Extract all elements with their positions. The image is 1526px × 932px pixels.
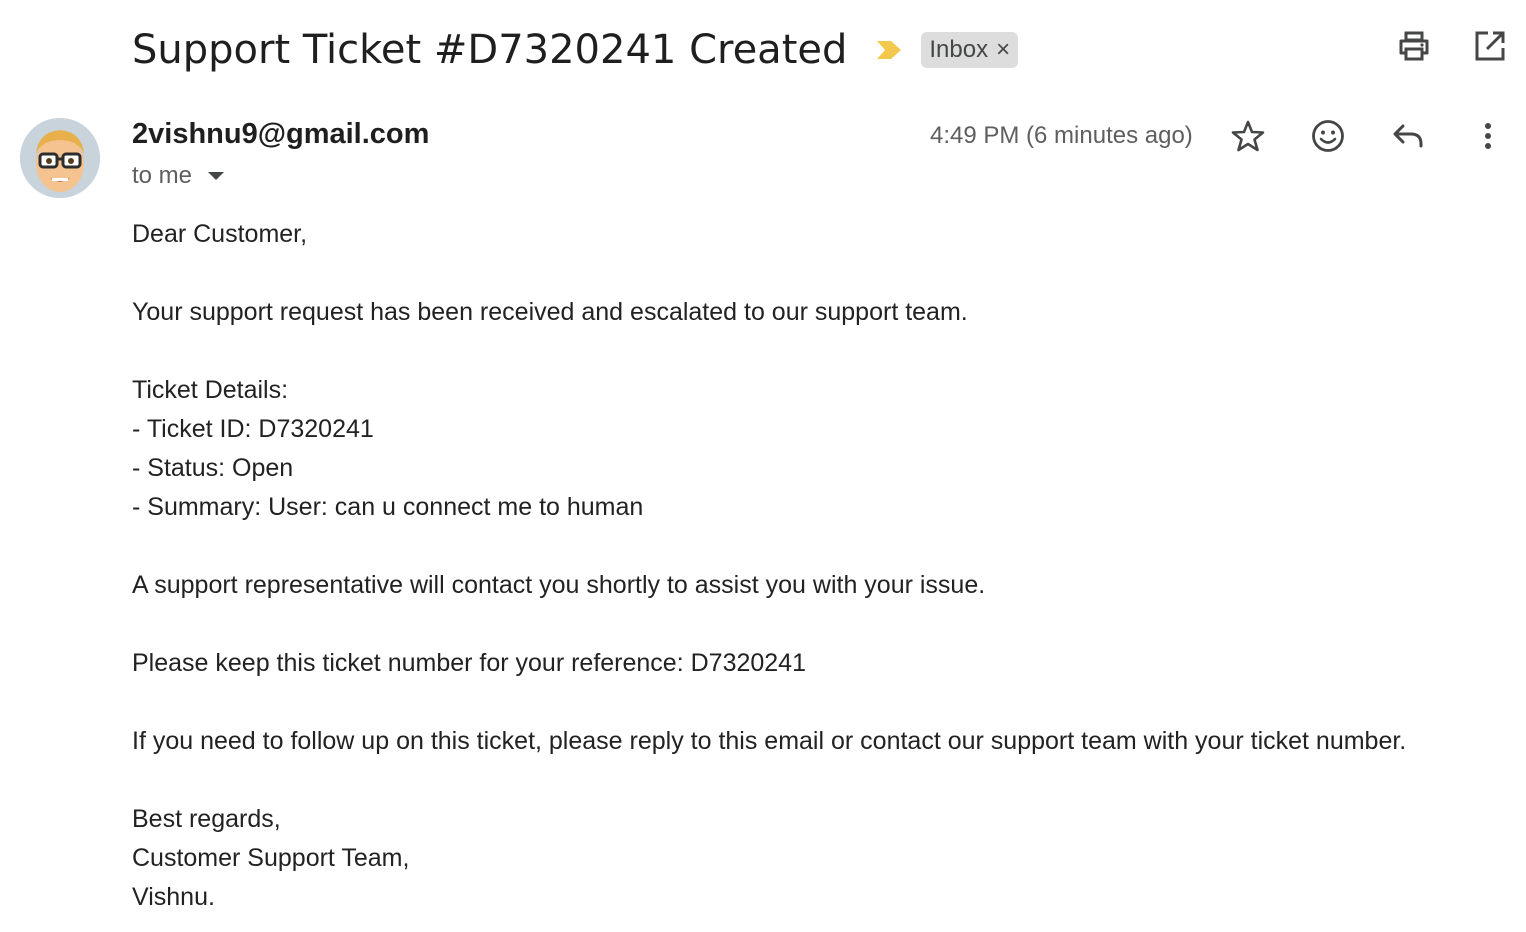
subject-row: Support Ticket #D7320241 Created Inbox × [132,22,1019,78]
print-icon[interactable] [1396,28,1432,64]
label-name: Inbox [929,36,989,63]
open-in-new-window-icon[interactable] [1472,28,1508,64]
body-signature-name: Vishnu. [132,883,215,911]
star-icon[interactable] [1230,118,1266,154]
more-options-icon[interactable] [1470,118,1506,154]
remove-label-icon[interactable]: × [996,36,1010,64]
body-greeting: Dear Customer, [132,220,308,248]
email-view: Support Ticket #D7320241 Created Inbox × [0,0,1526,932]
sender-email[interactable]: 2vishnu9@gmail.com [132,118,429,151]
email-subject: Support Ticket #D7320241 Created [132,27,848,73]
message-timestamp: 4:49 PM (6 minutes ago) [930,122,1193,149]
inbox-label-chip[interactable]: Inbox × [921,32,1019,68]
importance-marker-icon[interactable] [875,39,903,61]
body-follow-up: If you need to follow up on this ticket,… [132,727,1407,755]
body-team: Customer Support Team, [132,844,410,872]
ticket-detail-summary: - Summary: User: can u connect me to hum… [132,493,644,521]
recipient-row: to me [132,162,225,190]
body-contact-note: A support representative will contact yo… [132,571,986,599]
reply-icon[interactable] [1390,118,1426,154]
body-sign-off: Best regards, [132,805,281,833]
recipient-label: to me [132,162,193,189]
email-body: Dear Customer, Your support request has … [132,215,1502,917]
ticket-details-heading: Ticket Details: [132,376,289,404]
ticket-detail-status: - Status: Open [132,454,294,482]
thread-actions [1396,28,1508,64]
emoji-reaction-icon[interactable] [1310,118,1346,154]
body-intro: Your support request has been received a… [132,298,968,326]
sender-avatar[interactable] [20,118,100,198]
body-reference-note: Please keep this ticket number for your … [132,649,806,677]
message-actions [1230,118,1506,154]
ticket-detail-id: - Ticket ID: D7320241 [132,415,374,443]
show-details-caret-icon[interactable] [208,172,225,180]
